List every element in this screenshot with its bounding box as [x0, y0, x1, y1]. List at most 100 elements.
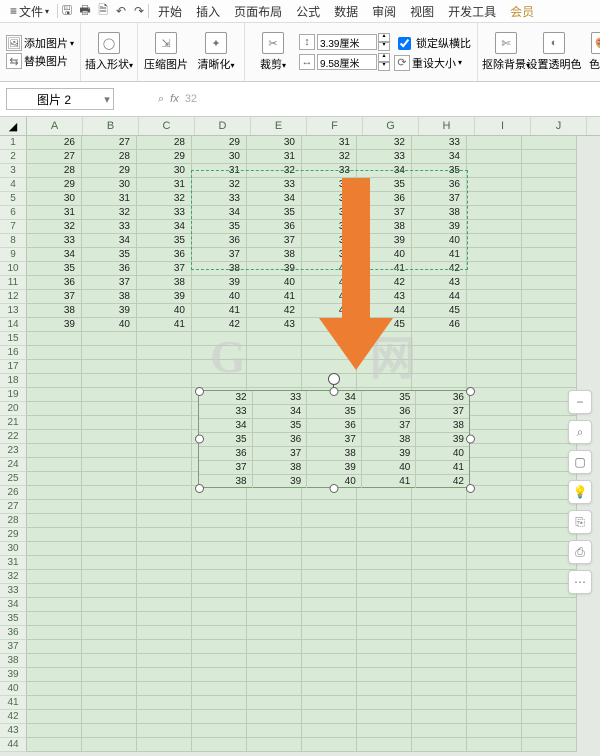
- reset-size-icon[interactable]: ⟳: [394, 55, 410, 71]
- cell[interactable]: [27, 458, 82, 472]
- cell[interactable]: [467, 332, 522, 346]
- cell[interactable]: [302, 570, 357, 584]
- tab-layout[interactable]: 页面布局: [227, 0, 289, 22]
- col-header-G[interactable]: G: [363, 117, 419, 135]
- cell[interactable]: [412, 640, 467, 654]
- cell[interactable]: [137, 738, 192, 752]
- cell[interactable]: [302, 598, 357, 612]
- cell[interactable]: [467, 556, 522, 570]
- cell[interactable]: [522, 164, 577, 178]
- cell[interactable]: 39: [192, 276, 247, 290]
- cell[interactable]: 35: [247, 206, 302, 220]
- col-header-A[interactable]: A: [27, 117, 83, 135]
- cell[interactable]: [247, 710, 302, 724]
- cell[interactable]: [192, 556, 247, 570]
- cell[interactable]: [522, 332, 577, 346]
- cell[interactable]: 33: [27, 234, 82, 248]
- cell[interactable]: [27, 528, 82, 542]
- cell[interactable]: [412, 682, 467, 696]
- row-header[interactable]: 18: [0, 374, 27, 388]
- cell[interactable]: [27, 332, 82, 346]
- cell[interactable]: [357, 556, 412, 570]
- cell[interactable]: 42: [247, 304, 302, 318]
- cell[interactable]: 29: [192, 136, 247, 150]
- collapse-tool[interactable]: −: [568, 390, 592, 414]
- cell[interactable]: [467, 500, 522, 514]
- cell[interactable]: [192, 598, 247, 612]
- cell[interactable]: [82, 640, 137, 654]
- cell[interactable]: [522, 360, 577, 374]
- cell[interactable]: [302, 542, 357, 556]
- cell[interactable]: [27, 598, 82, 612]
- cell[interactable]: [192, 542, 247, 556]
- row-header[interactable]: 9: [0, 248, 27, 262]
- cell[interactable]: [247, 654, 302, 668]
- cell[interactable]: [467, 234, 522, 248]
- cell[interactable]: [302, 696, 357, 710]
- cell[interactable]: 34: [247, 192, 302, 206]
- cell[interactable]: 29: [27, 178, 82, 192]
- cell[interactable]: [82, 570, 137, 584]
- cell[interactable]: [192, 374, 247, 388]
- cell[interactable]: [82, 710, 137, 724]
- cell[interactable]: [247, 584, 302, 598]
- cell[interactable]: 42: [192, 318, 247, 332]
- cell[interactable]: [82, 374, 137, 388]
- cell[interactable]: [357, 346, 412, 360]
- tab-start[interactable]: 开始: [151, 0, 189, 22]
- row-header[interactable]: 37: [0, 640, 27, 654]
- cell[interactable]: [412, 486, 467, 500]
- zoom-fx-icon[interactable]: ⌕: [158, 93, 164, 106]
- resize-handle[interactable]: [195, 484, 204, 493]
- cell[interactable]: 36: [27, 276, 82, 290]
- cell[interactable]: [302, 640, 357, 654]
- cell[interactable]: [247, 682, 302, 696]
- cell[interactable]: [522, 304, 577, 318]
- select-all-corner[interactable]: ◢: [0, 117, 27, 135]
- cell[interactable]: [82, 612, 137, 626]
- cell[interactable]: [467, 178, 522, 192]
- cell[interactable]: 39: [82, 304, 137, 318]
- cell[interactable]: [137, 640, 192, 654]
- resize-handle[interactable]: [195, 387, 204, 396]
- cell[interactable]: 36: [357, 192, 412, 206]
- row-header[interactable]: 28: [0, 514, 27, 528]
- cell[interactable]: [137, 388, 192, 402]
- row-header[interactable]: 22: [0, 430, 27, 444]
- cell[interactable]: [27, 374, 82, 388]
- cell[interactable]: [467, 416, 522, 430]
- width-stepper[interactable]: ▴▾: [317, 53, 390, 71]
- cell[interactable]: [247, 332, 302, 346]
- row-header[interactable]: 38: [0, 654, 27, 668]
- cell[interactable]: [522, 598, 577, 612]
- row-header[interactable]: 4: [0, 178, 27, 192]
- cell[interactable]: [467, 570, 522, 584]
- cell[interactable]: [82, 360, 137, 374]
- replace-picture-icon[interactable]: ⇆: [6, 53, 22, 69]
- cell[interactable]: [357, 584, 412, 598]
- row-header[interactable]: 15: [0, 332, 27, 346]
- cell[interactable]: [247, 598, 302, 612]
- formula-value[interactable]: 32: [185, 93, 197, 105]
- fx-icon[interactable]: fx: [170, 93, 179, 105]
- cell[interactable]: [522, 150, 577, 164]
- row-header[interactable]: 30: [0, 542, 27, 556]
- cell[interactable]: [82, 486, 137, 500]
- cell[interactable]: 36: [82, 262, 137, 276]
- cell[interactable]: [82, 584, 137, 598]
- cell[interactable]: [82, 542, 137, 556]
- cell[interactable]: 30: [247, 136, 302, 150]
- cell[interactable]: 43: [247, 318, 302, 332]
- cell[interactable]: [137, 332, 192, 346]
- cell[interactable]: [27, 612, 82, 626]
- cell[interactable]: 35: [302, 192, 357, 206]
- cell[interactable]: 30: [192, 150, 247, 164]
- tab-formula[interactable]: 公式: [289, 0, 327, 22]
- cell[interactable]: 41: [412, 248, 467, 262]
- cell[interactable]: [357, 724, 412, 738]
- cell[interactable]: [412, 374, 467, 388]
- row-header[interactable]: 10: [0, 262, 27, 276]
- cell[interactable]: [192, 360, 247, 374]
- resize-handle[interactable]: [466, 484, 475, 493]
- cell[interactable]: [27, 710, 82, 724]
